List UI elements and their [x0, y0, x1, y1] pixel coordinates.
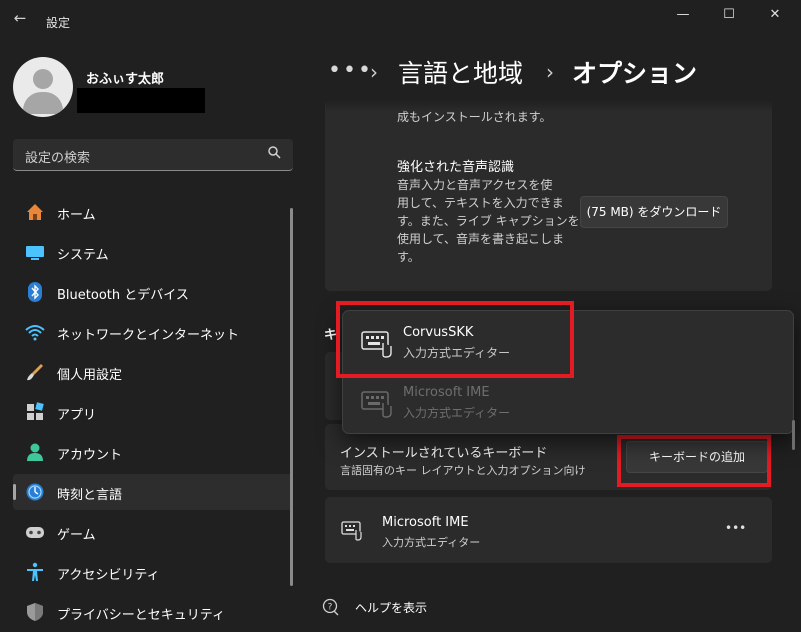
breadcrumb-overflow-button[interactable]: ••• [328, 58, 373, 83]
highlight-box [336, 301, 574, 378]
sidebar-item-privacy[interactable]: プライバシーとセキュリティ [13, 594, 293, 630]
speech-desc-line: す。 [397, 250, 420, 264]
home-icon [25, 202, 45, 222]
scroll-fade [326, 100, 772, 112]
keyboard-icon [361, 388, 393, 418]
installed-keyboards-title: インストールされているキーボード [340, 446, 548, 461]
active-indicator [13, 484, 16, 500]
sidebar-item-system[interactable]: システム [13, 234, 293, 270]
sidebar-item-gaming[interactable]: ゲーム [13, 514, 293, 550]
user-name: おふぃす太郎 [86, 72, 165, 87]
speech-recognition-card: 成もインストールされます。 強化された音声認識 音声入力と音声アクセスを使 用し… [325, 100, 772, 291]
maximize-button[interactable]: ☐ [706, 4, 752, 26]
menu-item-sub: 入力方式エディター [403, 406, 511, 420]
sidebar-item-network[interactable]: ネットワークとインターネット [13, 314, 293, 350]
sidebar-item-home[interactable]: ホーム [13, 194, 293, 230]
breadcrumb-parent[interactable]: 言語と地域 [398, 54, 523, 90]
sidebar-item-label: Bluetooth とデバイス [57, 288, 189, 303]
content-scrollbar[interactable] [792, 420, 795, 450]
page-title: オプション [572, 59, 698, 88]
svg-text:?: ? [328, 603, 333, 613]
menu-item-microsoft-ime: Microsoft IME 入力方式エディター [347, 375, 789, 431]
speech-title: 強化された音声認識 [397, 160, 515, 175]
sidebar-item-account[interactable]: アカウント [13, 434, 293, 470]
menu-item-title: Microsoft IME [403, 385, 490, 400]
installed-keyboards-sub: 言語固有のキー レイアウトと入力オプション向け [340, 464, 586, 477]
highlight-box [617, 435, 771, 487]
minimize-button[interactable]: — [660, 4, 706, 26]
network-icon [25, 322, 45, 342]
speech-desc-line: 用して、テキストを入力できま [397, 196, 564, 210]
sidebar-item-apps[interactable]: アプリ [13, 394, 293, 430]
search-placeholder: 設定の検索 [25, 151, 91, 166]
sidebar-item-label: ホーム [57, 208, 96, 223]
sidebar-item-label: プライバシーとセキュリティ [57, 608, 225, 623]
keyboard-item-sub: 入力方式エディター [382, 536, 481, 549]
account-icon [25, 442, 45, 462]
search-icon [267, 145, 281, 163]
download-button[interactable]: (75 MB) をダウンロード [580, 196, 728, 228]
help-link[interactable]: ヘルプを表示 [355, 599, 427, 616]
breadcrumb-separator: › [370, 60, 378, 84]
breadcrumb-separator: › [546, 60, 554, 84]
privacy-icon [25, 602, 45, 622]
avatar[interactable] [13, 57, 73, 117]
keyboard-list-item[interactable]: Microsoft IME 入力方式エディター ••• [325, 497, 772, 563]
sidebar-item-label: ゲーム [57, 528, 96, 543]
sidebar-item-label: アカウント [57, 448, 123, 463]
personalization-icon [25, 362, 45, 382]
app-title: 設定 [46, 16, 71, 30]
sidebar-item-accessibility[interactable]: アクセシビリティ [13, 554, 293, 590]
redacted-email [77, 88, 205, 113]
back-arrow-icon[interactable]: ← [8, 8, 32, 28]
sidebar-item-label: 時刻と言語 [57, 488, 123, 503]
sidebar-item-label: アクセシビリティ [57, 568, 160, 583]
sidebar-item-label: 個人用設定 [57, 368, 123, 383]
sidebar-item-personalization[interactable]: 個人用設定 [13, 354, 293, 390]
apps-icon [25, 402, 45, 422]
accessibility-icon [25, 562, 45, 582]
time-language-icon [25, 482, 45, 502]
close-button[interactable]: ✕ [752, 4, 798, 26]
sidebar-item-label: システム [57, 248, 109, 263]
keyboard-icon [341, 519, 363, 541]
keyboard-item-title: Microsoft IME [382, 515, 469, 530]
speech-desc-line: 音声入力と音声アクセスを使 [397, 178, 553, 192]
title-bar: ← 設定 — ☐ ✕ [0, 0, 801, 32]
sidebar-item-label: アプリ [57, 408, 97, 423]
sidebar-item-bluetooth[interactable]: Bluetooth とデバイス [13, 274, 293, 310]
search-input[interactable]: 設定の検索 [13, 139, 293, 171]
bluetooth-icon [25, 282, 45, 302]
sidebar-item-label: ネットワークとインターネット [57, 328, 240, 343]
help-icon: ? [322, 598, 340, 620]
sidebar-scrollbar[interactable] [290, 208, 293, 586]
gaming-icon [25, 522, 45, 542]
sidebar-item-time-language[interactable]: 時刻と言語 [13, 474, 293, 510]
speech-desc-line: す。また、ライブ キャプションを [397, 214, 580, 228]
system-icon [25, 242, 45, 262]
more-options-button[interactable]: ••• [725, 521, 746, 535]
speech-desc-line: 使用して、音声を書き起こしま [397, 232, 565, 246]
